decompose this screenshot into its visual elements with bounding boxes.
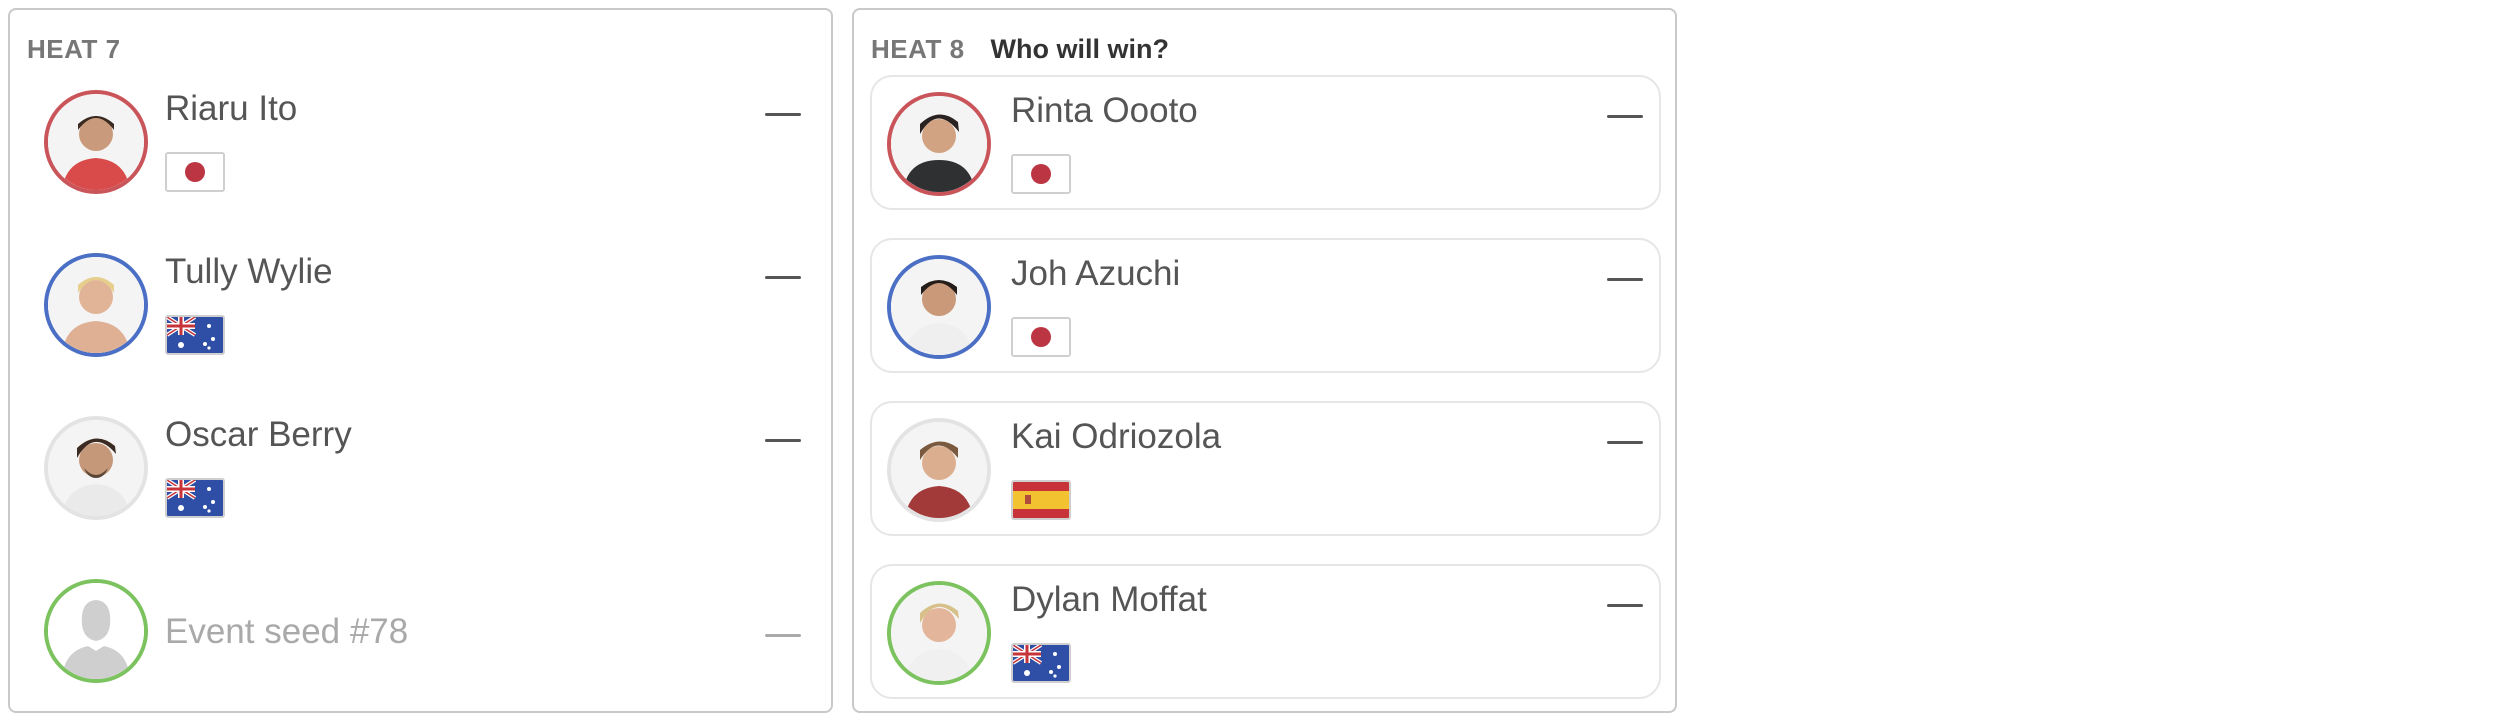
surfer-pick-card[interactable]: Joh Azuchi xyxy=(870,238,1661,373)
score-dash xyxy=(765,276,801,279)
surfer-name: Oscar Berry xyxy=(165,415,352,454)
silhouette-icon xyxy=(48,583,144,679)
score-dash xyxy=(765,113,801,116)
japan-flag-icon xyxy=(1011,317,1071,357)
score-dash xyxy=(1607,604,1643,607)
surfer-name: Riaru Ito xyxy=(165,89,298,128)
surfer-avatar xyxy=(44,253,148,357)
surfer-name: Tully Wylie xyxy=(165,252,333,291)
surfer-row[interactable]: Oscar Berry xyxy=(26,401,817,536)
placeholder-avatar xyxy=(44,579,148,683)
spain-flag-icon xyxy=(1011,480,1071,520)
japan-flag-icon xyxy=(1011,154,1071,194)
score-dash xyxy=(1607,278,1643,281)
surfer-avatar xyxy=(887,92,991,196)
surfer-avatar xyxy=(44,90,148,194)
japan-flag-icon xyxy=(165,152,225,192)
australia-flag-icon xyxy=(1011,643,1071,683)
heat-8-panel: HEAT 8 Who will win? Rinta Oooto Joh Azu… xyxy=(852,8,1677,713)
surfer-pick-card[interactable]: Dylan Moffat xyxy=(870,564,1661,699)
heat-label: HEAT 8 xyxy=(871,33,965,64)
surfer-avatar xyxy=(887,581,991,685)
surfer-name: Event seed #78 xyxy=(165,612,409,651)
heat-7-panel: HEAT 7 Riaru Ito Tully Wylie Oscar Berry xyxy=(8,8,833,713)
surfer-avatar xyxy=(887,255,991,359)
surfer-name: Rinta Oooto xyxy=(1011,91,1198,130)
heat-label: HEAT 7 xyxy=(27,33,121,64)
person-photo-icon xyxy=(48,94,144,190)
person-photo-icon xyxy=(891,585,987,681)
person-photo-icon xyxy=(891,259,987,355)
person-photo-icon xyxy=(891,96,987,192)
surfer-name: Kai Odriozola xyxy=(1011,417,1222,456)
australia-flag-icon xyxy=(165,315,225,355)
score-dash xyxy=(765,439,801,442)
surfer-name: Joh Azuchi xyxy=(1011,254,1181,293)
australia-flag-icon xyxy=(165,478,225,518)
person-photo-icon xyxy=(891,422,987,518)
heat-header: HEAT 7 xyxy=(27,28,121,70)
surfer-name: Dylan Moffat xyxy=(1011,580,1207,619)
surfer-avatar xyxy=(44,416,148,520)
score-dash xyxy=(1607,115,1643,118)
score-dash xyxy=(765,634,801,637)
surfer-pick-card[interactable]: Kai Odriozola xyxy=(870,401,1661,536)
heat-header: HEAT 8 Who will win? xyxy=(871,28,1169,70)
score-dash xyxy=(1607,441,1643,444)
surfer-avatar xyxy=(887,418,991,522)
surfer-pick-card[interactable]: Rinta Oooto xyxy=(870,75,1661,210)
surfer-row[interactable]: Riaru Ito xyxy=(26,75,817,210)
pick-winner-prompt: Who will win? xyxy=(990,33,1169,64)
person-photo-icon xyxy=(48,420,144,516)
surfer-row[interactable]: Tully Wylie xyxy=(26,238,817,373)
surfer-row: Event seed #78 xyxy=(26,564,817,699)
person-photo-icon xyxy=(48,257,144,353)
